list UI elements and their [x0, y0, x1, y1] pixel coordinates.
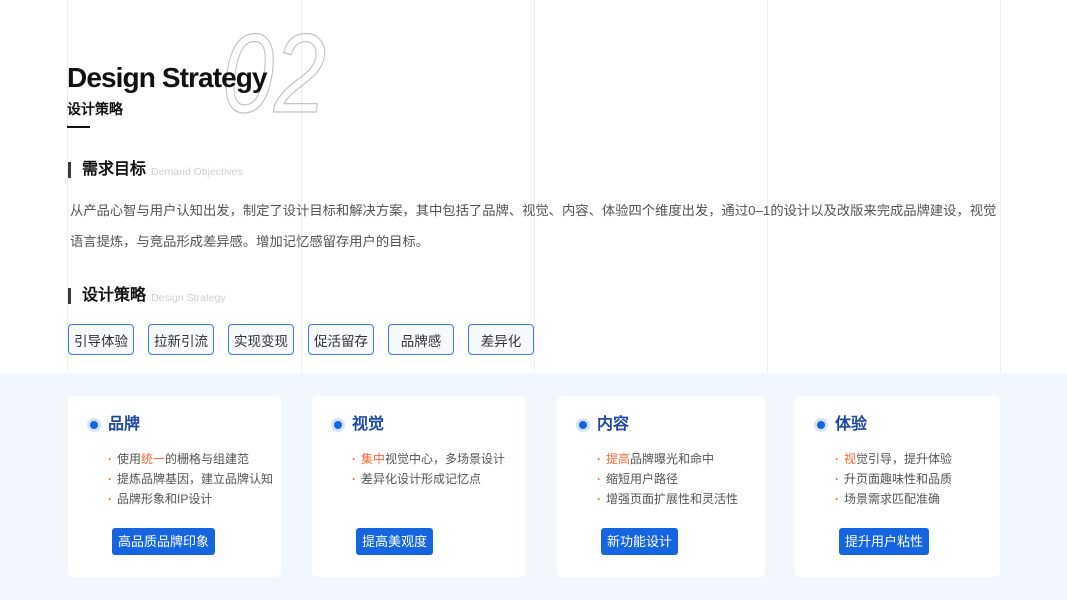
- demand-heading: 需求目标 Demand Objectives: [68, 161, 243, 179]
- grid-line: [1000, 0, 1001, 373]
- card-title: 品牌: [108, 416, 141, 433]
- bullet-text: 提炼品牌基因，建立品牌认知: [117, 472, 274, 486]
- grid-line: [67, 0, 68, 373]
- bullet-text: 的栅格与组建范: [165, 452, 250, 466]
- section-subtitle: Demand Objectives: [151, 165, 243, 178]
- section-bar: [68, 162, 71, 178]
- brand-impression-button[interactable]: 高品质品牌印象: [112, 528, 216, 555]
- section-bar: [68, 288, 71, 304]
- page-title: Design Strategy: [67, 62, 268, 93]
- bullet-text: 场景需求匹配准确: [844, 492, 941, 506]
- grid-line: [534, 0, 535, 373]
- card-content: 内容 提高品牌曝光和命中 缩短用户路径 增强页面扩展性和灵活性 新功能设计: [557, 396, 765, 577]
- new-feature-button[interactable]: 新功能设计: [601, 528, 679, 555]
- list-item: 使用统一的栅格与组建范: [108, 449, 273, 469]
- card-bullet-list: 提高品牌曝光和命中 缩短用户路径 增强页面扩展性和灵活性: [597, 449, 738, 509]
- demand-paragraph: 从产品心智与用户认知出发，制定了设计目标和解决方案，其中包括了品牌、视觉、内容、…: [70, 203, 997, 249]
- strategy-tags: 引导体验 拉新引流 实现变现 促活留存 品牌感 差异化: [68, 324, 534, 355]
- bullet-text: 品牌形象和IP设计: [117, 492, 213, 506]
- bullet-text: 视觉中心，多场景设计: [385, 452, 506, 466]
- highlight-text: 提高: [606, 452, 631, 466]
- bullet-text: 缩短用户路径: [606, 472, 679, 486]
- strategy-tag: 促活留存: [308, 324, 374, 355]
- list-item: 品牌形象和IP设计: [108, 489, 273, 509]
- page-subtitle: 设计策略: [67, 101, 123, 117]
- card-title: 视觉: [352, 416, 385, 433]
- card-visual: 视觉 集中视觉中心，多场景设计 差异化设计形成记忆点 提高美观度: [312, 396, 526, 577]
- strategy-heading: 设计策略 Design Strategy: [68, 287, 226, 305]
- list-item: 提炼品牌基因，建立品牌认知: [108, 469, 273, 489]
- card-bullet-list: 使用统一的栅格与组建范 提炼品牌基因，建立品牌认知 品牌形象和IP设计: [108, 449, 273, 509]
- list-item: 场景需求匹配准确: [835, 489, 952, 509]
- bullet-text: 品牌曝光和命中: [630, 452, 715, 466]
- strategy-tag: 引导体验: [68, 324, 134, 355]
- highlight-text: 集中: [361, 452, 386, 466]
- strategy-tag: 品牌感: [388, 324, 454, 355]
- card-bullet-list: 集中视觉中心，多场景设计 差异化设计形成记忆点: [352, 449, 505, 489]
- section-title: 需求目标: [82, 161, 147, 178]
- strategy-tag: 差异化: [468, 324, 534, 355]
- bullet-text: 使用: [117, 452, 142, 466]
- card-experience: 体验 视觉引导，提升体验 升页面趣味性和品质 场景需求匹配准确 提升用户粘性: [795, 396, 1000, 577]
- card-title: 体验: [835, 416, 868, 433]
- bullet-dot-icon: [817, 421, 825, 429]
- strategy-tag: 拉新引流: [148, 324, 214, 355]
- list-item: 提高品牌曝光和命中: [597, 449, 738, 469]
- bullet-dot-icon: [579, 421, 587, 429]
- highlight-text: 统一: [141, 452, 166, 466]
- section-title: 设计策略: [82, 287, 147, 304]
- card-title: 内容: [597, 416, 630, 433]
- bullet-text: 增强页面扩展性和灵活性: [606, 492, 739, 506]
- title-underline: [67, 126, 90, 128]
- user-stickiness-button[interactable]: 提升用户粘性: [839, 528, 930, 555]
- section-subtitle: Design Strategy: [151, 291, 226, 304]
- bullet-dot-icon: [334, 421, 342, 429]
- bullet-text: 差异化设计形成记忆点: [361, 472, 482, 486]
- bullet-text: 觉引导，提升体验: [856, 452, 953, 466]
- grid-line: [767, 0, 768, 373]
- list-item: 集中视觉中心，多场景设计: [352, 449, 505, 469]
- list-item: 缩短用户路径: [597, 469, 738, 489]
- bullet-dot-icon: [90, 421, 98, 429]
- card-brand: 品牌 使用统一的栅格与组建范 提炼品牌基因，建立品牌认知 品牌形象和IP设计 高…: [68, 396, 281, 577]
- highlight-text: 视: [844, 452, 857, 466]
- list-item: 视觉引导，提升体验: [835, 449, 952, 469]
- card-bullet-list: 视觉引导，提升体验 升页面趣味性和品质 场景需求匹配准确: [835, 449, 952, 509]
- list-item: 升页面趣味性和品质: [835, 469, 952, 489]
- list-item: 增强页面扩展性和灵活性: [597, 489, 738, 509]
- list-item: 差异化设计形成记忆点: [352, 469, 505, 489]
- bullet-text: 升页面趣味性和品质: [844, 472, 953, 486]
- strategy-tag: 实现变现: [228, 324, 294, 355]
- aesthetics-button[interactable]: 提高美观度: [356, 528, 434, 555]
